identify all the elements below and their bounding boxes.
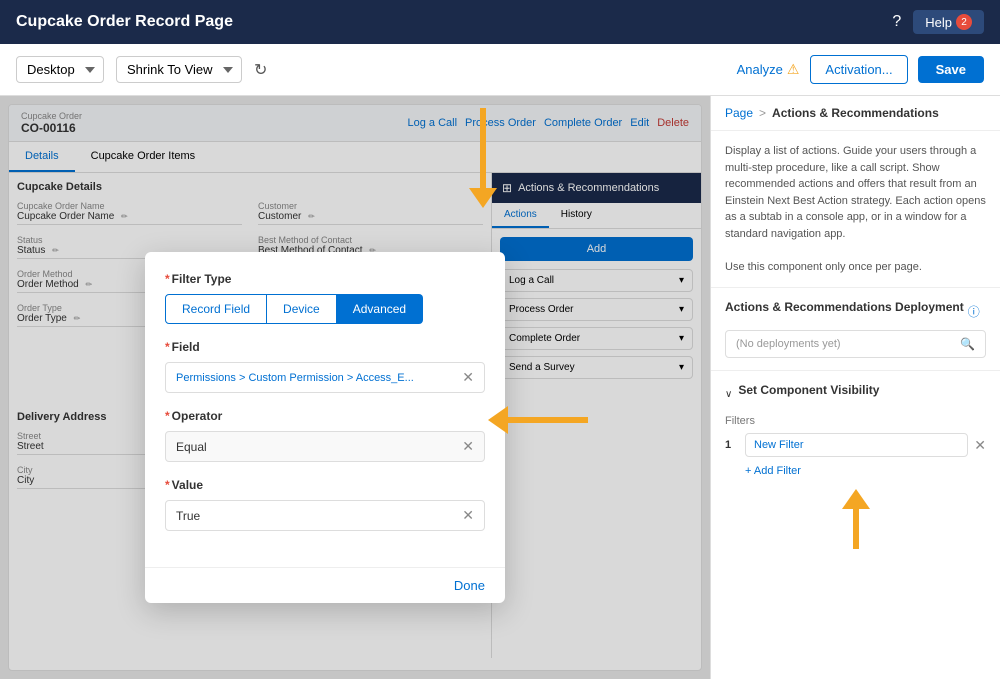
analyze-button[interactable]: Analyze ⚠ (736, 60, 801, 79)
arrow-head-up (842, 489, 870, 509)
view-select[interactable]: Desktop Tablet Mobile (16, 56, 104, 83)
filter-tag[interactable]: New Filter (745, 433, 968, 457)
arrow-up-container (711, 489, 1000, 549)
set-visibility-section: ∨ Set Component Visibility Filters 1 New… (711, 371, 1000, 489)
add-filter-button[interactable]: + Add Filter (745, 465, 801, 477)
filter-type-label: * Filter Type (165, 272, 485, 286)
toolbar-right: Analyze ⚠ Activation... Save (736, 55, 984, 84)
help-badge: 2 (956, 14, 972, 30)
arrow-shaft-v (853, 509, 859, 549)
value-input[interactable]: True ✕ (165, 500, 485, 531)
search-icon: 🔍 (960, 337, 975, 351)
activation-button[interactable]: Activation... (810, 55, 907, 84)
breadcrumb-page-link[interactable]: Page (725, 106, 753, 120)
field-value-text: Permissions > Custom Permission > Access… (176, 372, 414, 384)
done-button[interactable]: Done (454, 578, 485, 593)
sidebar-breadcrumb: Page > Actions & Recommendations (711, 96, 1000, 131)
sidebar-description: Display a list of actions. Guide your us… (711, 131, 1000, 288)
filter-close-btn[interactable]: ✕ (974, 437, 986, 454)
operator-clear-btn[interactable]: ✕ (462, 438, 474, 455)
label-text: Value (172, 478, 203, 492)
deployment-section: Actions & Recommendations Deployment ⓘ (… (711, 288, 1000, 371)
refresh-button[interactable]: ↻ (254, 60, 267, 80)
required-star: * (165, 478, 170, 492)
filter-type-section: * Filter Type Record Field Device Advanc… (165, 272, 485, 324)
deployment-label: Actions & Recommendations Deployment (725, 300, 964, 314)
warn-icon: ⚠ (787, 61, 800, 78)
breadcrumb-current: Actions & Recommendations (772, 106, 939, 120)
modal-footer: Done (145, 567, 505, 603)
value-text: True (176, 509, 200, 523)
filter-row: 1 New Filter ✕ (725, 433, 986, 457)
main-layout: Cupcake Order CO-00116 Log a Call Proces… (0, 96, 1000, 679)
deployment-input[interactable]: (No deployments yet) 🔍 (725, 330, 986, 358)
required-star: * (165, 340, 170, 354)
label-text: Field (172, 340, 200, 354)
filter-type-buttons: Record Field Device Advanced (165, 294, 485, 324)
right-sidebar: Page > Actions & Recommendations Display… (710, 96, 1000, 679)
save-button[interactable]: Save (918, 56, 984, 83)
section-header: ∨ Set Component Visibility (725, 383, 986, 405)
header-right: ? Help 2 (892, 10, 984, 34)
deployment-placeholder: (No deployments yet) (736, 338, 841, 350)
advanced-btn[interactable]: Advanced (337, 294, 423, 324)
value-clear-btn[interactable]: ✕ (462, 507, 474, 524)
value-section: * Value True ✕ (165, 478, 485, 531)
field-clear-btn[interactable]: ✕ (462, 369, 474, 386)
app-header: Cupcake Order Record Page ? Help 2 (0, 0, 1000, 44)
filter-number: 1 (725, 439, 739, 451)
chevron-icon[interactable]: ∨ (725, 389, 732, 400)
field-input[interactable]: Permissions > Custom Permission > Access… (165, 362, 485, 393)
toolbar: Desktop Tablet Mobile Shrink To View Act… (0, 44, 1000, 96)
operator-section: * Operator Equal ✕ (165, 409, 485, 462)
analyze-label: Analyze (737, 62, 783, 77)
required-star: * (165, 272, 170, 286)
record-field-btn[interactable]: Record Field (165, 294, 267, 324)
operator-input[interactable]: Equal ✕ (165, 431, 485, 462)
breadcrumb-separator: > (759, 106, 766, 120)
field-label-text: * Field (165, 340, 485, 354)
use-note: Use this component only once per page. (725, 259, 986, 276)
question-icon: ? (892, 13, 901, 31)
label-text: Operator (172, 409, 223, 423)
required-star: * (165, 409, 170, 423)
device-btn[interactable]: Device (267, 294, 337, 324)
modal-overlay: * Filter Type Record Field Device Advanc… (0, 96, 710, 679)
canvas-area: Cupcake Order CO-00116 Log a Call Proces… (0, 96, 710, 679)
modal-body: * Filter Type Record Field Device Advanc… (145, 252, 505, 567)
desc-text: Display a list of actions. Guide your us… (725, 143, 986, 242)
arrow-up-annotation (842, 489, 870, 549)
help-label: Help (925, 15, 952, 30)
label-text: Filter Type (172, 272, 232, 286)
operator-label-text: * Operator (165, 409, 485, 423)
filter-modal: * Filter Type Record Field Device Advanc… (145, 252, 505, 603)
filters-label: Filters (725, 415, 986, 427)
app-title: Cupcake Order Record Page (16, 13, 233, 31)
visibility-title: Set Component Visibility (738, 383, 879, 397)
field-section: * Field Permissions > Custom Permission … (165, 340, 485, 393)
value-label-text: * Value (165, 478, 485, 492)
operator-value: Equal (176, 440, 207, 454)
add-filter-label: + Add Filter (745, 465, 801, 477)
help-button[interactable]: Help 2 (913, 10, 984, 34)
arrow-shaft-h (508, 417, 588, 423)
shrink-select[interactable]: Shrink To View Actual Size (116, 56, 242, 83)
info-icon[interactable]: ⓘ (968, 303, 980, 320)
